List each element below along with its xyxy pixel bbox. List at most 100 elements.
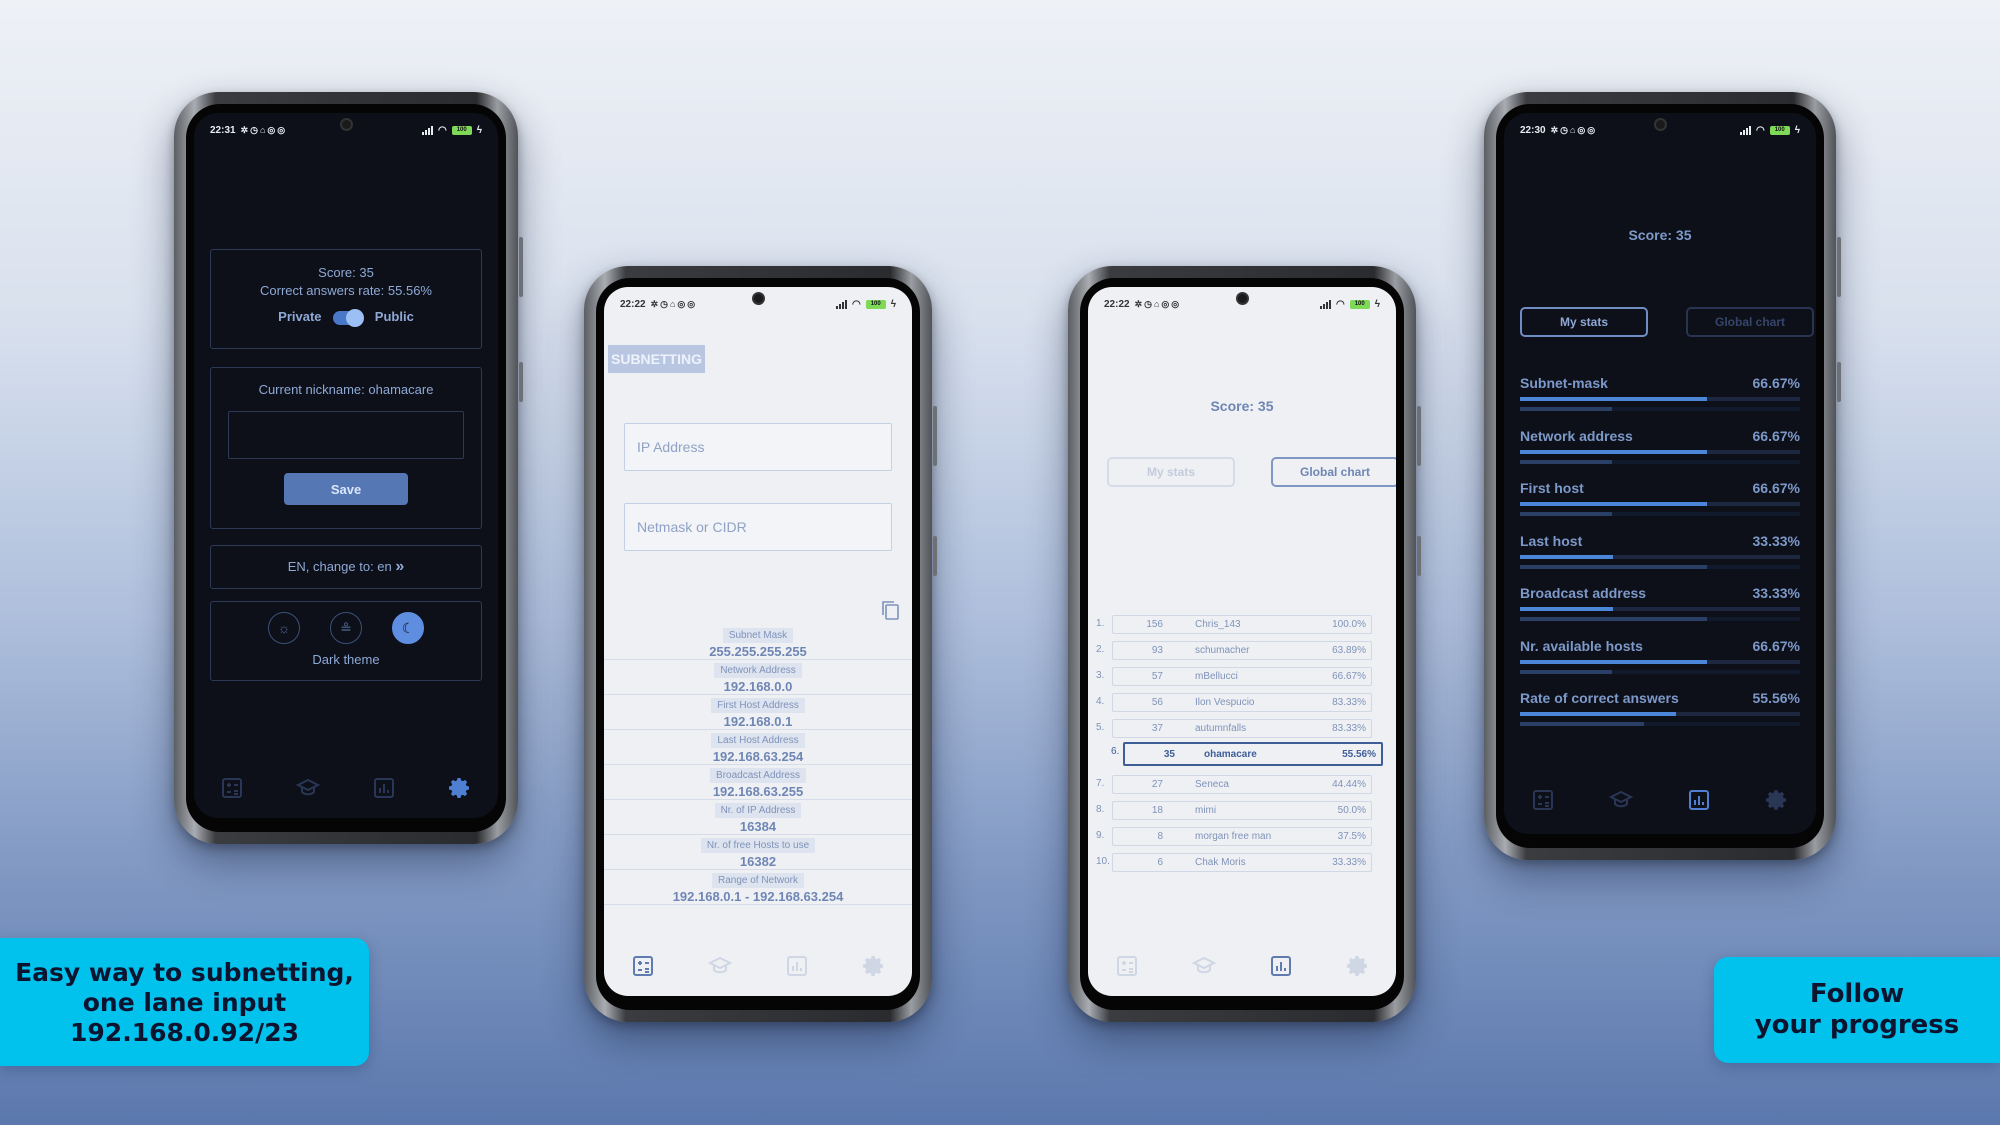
player-rate: 100.0%	[1332, 619, 1366, 630]
secondary-bar	[1520, 459, 1800, 464]
leaderboard-entry: 93 schumacher 63.89%	[1112, 641, 1372, 660]
score-text: Score: 35	[1210, 398, 1274, 414]
save-button[interactable]: Save	[284, 473, 408, 505]
player-name: Seneca	[1195, 779, 1229, 790]
wifi-icon: ◠	[437, 124, 447, 136]
result-value: 192.168.0.0	[723, 679, 793, 694]
score-text: Score: 35	[1628, 227, 1692, 243]
language-panel[interactable]: EN, change to: en »	[210, 545, 482, 589]
bar-chart-icon[interactable]	[1268, 953, 1294, 979]
stat-row: Subnet-mask 66.67%	[1520, 375, 1800, 425]
player-rate: 37.5%	[1337, 831, 1366, 842]
tab-my-stats[interactable]: My stats	[1520, 307, 1648, 337]
leaderboard-row: 9. 8 morgan free man 37.5%	[1092, 824, 1392, 850]
public-label: Public	[374, 309, 414, 324]
battery-icon: 100	[1349, 299, 1370, 309]
sunset-icon[interactable]: ≗	[330, 612, 362, 644]
calculator-icon[interactable]	[1114, 953, 1140, 979]
rank: 4.	[1096, 696, 1105, 707]
calculator-icon[interactable]	[219, 775, 245, 801]
leaderboard-row: 7. 27 Seneca 44.44%	[1092, 772, 1392, 798]
gear-icon[interactable]	[1345, 953, 1371, 979]
result-row: Subnet Mask 255.255.255.255	[604, 625, 912, 660]
leaderboard-entry: 37 autumnfalls 83.33%	[1112, 719, 1372, 738]
leaderboard-row: 1. 156 Chris_143 100.0%	[1092, 612, 1392, 638]
tab-global-chart[interactable]: Global chart	[1271, 457, 1396, 487]
nickname-input[interactable]	[228, 411, 464, 459]
progress-bar	[1520, 607, 1800, 611]
gear-icon[interactable]	[447, 775, 473, 801]
result-row: Network Address 192.168.0.0	[604, 660, 912, 695]
stat-label: Nr. available hosts	[1520, 637, 1643, 654]
wifi-icon: ◠	[1755, 124, 1765, 136]
progress-fill	[1520, 712, 1676, 716]
secondary-bar	[1520, 564, 1800, 569]
player-name: Ilon Vespucio	[1195, 697, 1255, 708]
status-time: 22:22	[620, 298, 646, 310]
graduation-cap-icon[interactable]	[1191, 953, 1217, 979]
charging-icon: ϟ	[1374, 298, 1380, 310]
stat-value: 33.33%	[1752, 532, 1800, 549]
settings-screen: 22:31 ✲◷⌂◎◎ ◠ 100 ϟ Score: 35 Correct ans…	[194, 113, 498, 818]
rank: 3.	[1096, 670, 1105, 681]
rank: 2.	[1096, 644, 1105, 655]
secondary-fill	[1520, 512, 1613, 516]
stat-value: 66.67%	[1752, 427, 1800, 444]
secondary-bar	[1520, 722, 1800, 726]
tab-my-stats[interactable]: My stats	[1107, 457, 1235, 487]
caption-left: Easy way to subnetting, one lane input 1…	[0, 938, 369, 1066]
camera-notch	[1654, 118, 1667, 131]
player-rate: 55.56%	[1342, 749, 1376, 760]
result-row: Nr. of IP Address 16384	[604, 800, 912, 835]
progress-fill	[1520, 502, 1707, 506]
graduation-cap-icon[interactable]	[707, 953, 733, 979]
calculator-icon[interactable]	[1530, 787, 1556, 813]
copy-icon[interactable]	[880, 599, 900, 621]
netmask-input[interactable]: Netmask or CIDR	[624, 503, 892, 551]
battery-icon: 100	[865, 299, 886, 309]
progress-fill	[1520, 449, 1707, 454]
stat-label: Subnet-mask	[1520, 375, 1608, 391]
graduation-cap-icon[interactable]	[1608, 787, 1634, 813]
player-name: morgan free man	[1195, 831, 1272, 842]
leaderboard-entry: 156 Chris_143 100.0%	[1112, 615, 1372, 634]
gear-icon[interactable]	[861, 953, 887, 979]
progress-fill	[1520, 659, 1707, 664]
bar-chart-icon[interactable]	[371, 775, 397, 801]
stat-value: 55.56%	[1752, 690, 1800, 706]
moon-icon[interactable]: ☾	[392, 612, 424, 644]
progress-bar	[1520, 397, 1800, 401]
progress-bar	[1520, 502, 1800, 506]
player-score: 6	[1157, 857, 1163, 868]
bar-chart-icon[interactable]	[1686, 787, 1712, 813]
secondary-bar	[1520, 669, 1800, 674]
player-name: Chak Moris	[1195, 857, 1246, 868]
graduation-cap-icon[interactable]	[295, 775, 321, 801]
bottom-nav	[194, 758, 498, 818]
result-row: Nr. of free Hosts to use 16382	[604, 835, 912, 870]
leaderboard-entry: 27 Seneca 44.44%	[1112, 775, 1372, 794]
progress-fill	[1520, 554, 1614, 559]
stat-label: First host	[1520, 480, 1584, 496]
player-score: 8	[1157, 831, 1163, 842]
stat-row: Network address 66.67%	[1520, 428, 1800, 478]
bar-chart-icon[interactable]	[784, 953, 810, 979]
phone-subnetting: 22:22 ✲◷⌂◎◎ ◠ 100 ϟ SUBNETTING IP Address…	[584, 266, 937, 1022]
gear-icon[interactable]	[1764, 787, 1790, 813]
caption-left-line-2: one lane input	[82, 988, 287, 1017]
nickname-panel: Current nickname: ohamacare Save	[210, 367, 482, 529]
double-chevron-right-icon[interactable]: »	[395, 558, 404, 575]
notification-icons: ✲◷⌂◎◎	[1134, 298, 1182, 309]
tab-global-chart[interactable]: Global chart	[1686, 307, 1814, 337]
leaderboard-entry: 18 mimi 50.0%	[1112, 801, 1372, 820]
sun-icon[interactable]: ☼	[268, 612, 300, 644]
calculator-icon[interactable]	[630, 953, 656, 979]
phone-my-stats: 22:30 ✲◷⌂◎◎ ◠ 100 ϟ Score: 35 My stats Gl…	[1484, 92, 1841, 860]
theme-label: Dark theme	[312, 652, 380, 667]
visibility-toggle[interactable]	[333, 308, 365, 327]
result-label: Network Address	[714, 663, 802, 678]
player-score: 156	[1146, 619, 1163, 630]
language-text: EN, change to: en	[287, 559, 392, 574]
camera-notch	[752, 292, 765, 305]
ip-address-input[interactable]: IP Address	[624, 423, 892, 471]
